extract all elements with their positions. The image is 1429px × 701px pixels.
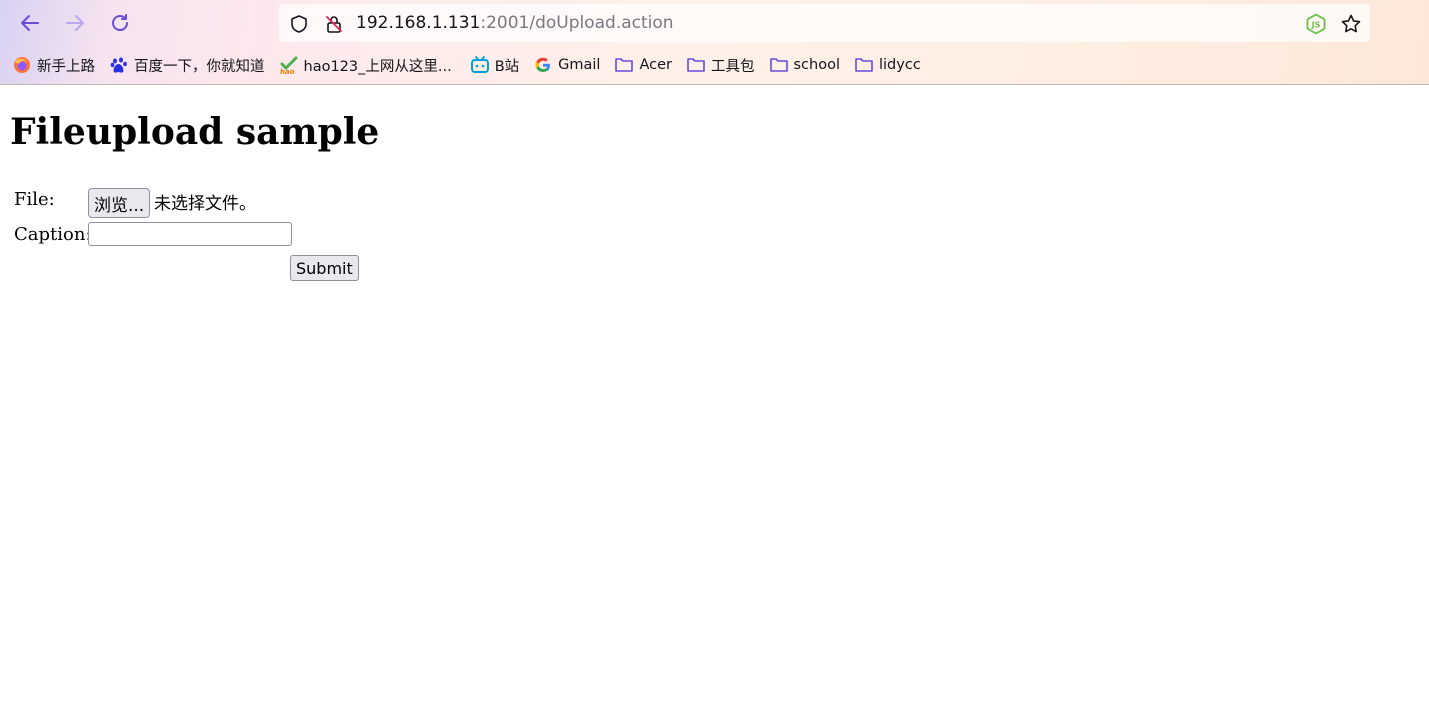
google-icon — [533, 55, 553, 75]
folder-icon — [614, 55, 634, 75]
bilibili-icon — [470, 55, 490, 75]
insecure-lock-icon[interactable] — [323, 13, 345, 35]
bookmark-label: school — [793, 57, 841, 73]
file-status-text: 未选择文件。 — [154, 194, 256, 214]
bookmark-baidu[interactable]: 百度一下，你就知道 — [109, 55, 265, 76]
bookmark-folder-tools[interactable]: 工具包 — [686, 55, 755, 76]
baidu-paw-icon — [109, 55, 129, 75]
bookmark-folder-acer[interactable]: Acer — [614, 55, 672, 75]
svg-text:JS: JS — [1311, 21, 1321, 30]
folder-icon — [686, 55, 706, 75]
browse-button[interactable]: 浏览... — [88, 188, 151, 218]
url-text[interactable]: 192.168.1.131:2001/doUpload.action — [356, 13, 674, 33]
bookmark-label: Gmail — [558, 57, 601, 73]
url-bar[interactable]: 192.168.1.131:2001/doUpload.action JS — [279, 4, 1370, 42]
browser-toolbar: 192.168.1.131:2001/doUpload.action JS 新手… — [0, 0, 1429, 85]
folder-icon — [854, 55, 874, 75]
bookmark-label: 百度一下，你就知道 — [134, 58, 265, 75]
bookmarks-bar: 新手上路 百度一下，你就知道 hao hao123_上网从这里... B站 Gm… — [12, 53, 935, 77]
bookmark-label: B站 — [494, 58, 520, 75]
back-button[interactable] — [15, 8, 45, 38]
bookmark-bilibili[interactable]: B站 — [470, 55, 519, 76]
bookmark-label: hao123_上网从这里... — [303, 58, 452, 75]
reload-button[interactable] — [105, 8, 135, 38]
hao123-icon: hao — [279, 55, 299, 75]
bookmark-label: 新手上路 — [37, 58, 95, 75]
bookmark-label: 工具包 — [711, 58, 755, 75]
file-label: File: — [14, 189, 55, 210]
url-path: :2001/doUpload.action — [480, 13, 674, 33]
bookmark-xinshou[interactable]: 新手上路 — [12, 55, 95, 76]
bookmark-folder-school[interactable]: school — [769, 55, 841, 75]
forward-button[interactable] — [60, 8, 90, 38]
caption-input[interactable] — [88, 222, 292, 246]
page-title: Fileupload sample — [10, 111, 380, 153]
url-host: 192.168.1.131 — [356, 13, 481, 33]
star-icon[interactable] — [1340, 13, 1362, 35]
arrow-right-icon — [66, 15, 84, 31]
folder-icon — [769, 55, 789, 75]
bookmark-label: Acer — [639, 57, 672, 73]
submit-button[interactable]: Submit — [290, 255, 359, 281]
firefox-icon — [12, 55, 32, 75]
bookmark-gmail[interactable]: Gmail — [533, 55, 600, 75]
svg-text:hao: hao — [280, 68, 295, 75]
shield-icon[interactable] — [288, 13, 310, 35]
nodejs-extension-icon[interactable]: JS — [1305, 13, 1327, 35]
bookmark-label: lidycc — [879, 57, 921, 73]
arrow-left-icon — [21, 15, 39, 31]
caption-label: Caption: — [14, 224, 92, 245]
reload-icon — [112, 14, 128, 31]
bookmark-hao123[interactable]: hao hao123_上网从这里... — [279, 55, 452, 76]
bookmark-folder-lidycc[interactable]: lidycc — [854, 55, 921, 75]
